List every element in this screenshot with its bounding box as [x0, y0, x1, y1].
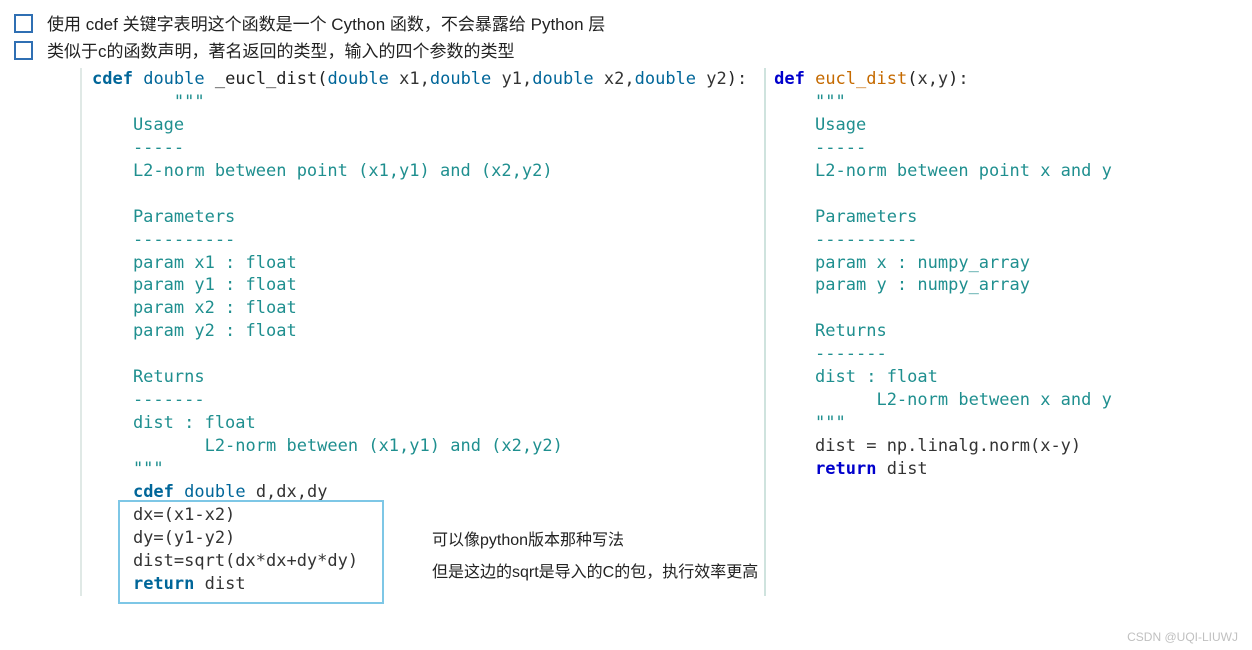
python-code: def eucl_dist(x,y): """ Usage ----- L2-n…	[774, 68, 1238, 481]
doc-l11: param y2 : float	[92, 321, 297, 341]
doc-l9: param y1 : float	[92, 275, 297, 295]
doc-l7: ----------	[92, 230, 235, 250]
doc-l16: L2-norm between (x1,y1) and (x2,y2)	[92, 436, 563, 456]
annotation-1: 可以像python版本那种写法	[432, 526, 624, 550]
doc-l10: param x2 : float	[92, 298, 297, 318]
rdoc-l14: L2-norm between x and y	[774, 390, 1112, 410]
highlight-box	[118, 500, 384, 604]
doc-l4: L2-norm between point (x1,y1) and (x2,y2…	[92, 161, 553, 181]
docstring-open: """	[133, 92, 205, 112]
bullet-2-text: 类似于c的函数声明，著名返回的类型，输入的四个参数的类型	[47, 37, 515, 62]
rdoc-l4: L2-norm between point x and y	[774, 161, 1112, 181]
rdoc-l7: ----------	[774, 230, 917, 250]
rcode-l17: return dist	[774, 459, 928, 479]
rdoc-l12: -------	[774, 344, 887, 364]
doc-l15: dist : float	[92, 413, 256, 433]
bullet-1: 使用 cdef 关键字表明这个函数是一个 Cython 函数，不会暴露给 Pyt…	[14, 10, 1238, 35]
bullet-box-icon	[14, 41, 33, 60]
bullet-1-text: 使用 cdef 关键字表明这个函数是一个 Cython 函数，不会暴露给 Pyt…	[47, 10, 605, 35]
doc-l13: Returns	[92, 367, 205, 387]
doc-l8: param x1 : float	[92, 253, 297, 273]
code-area: cdef double _eucl_dist(double x1,double …	[14, 68, 1238, 596]
rdoc-l1: """	[774, 92, 846, 112]
rdoc-l15: """	[774, 413, 846, 433]
rdoc-l6: Parameters	[774, 207, 917, 227]
watermark: CSDN @UQI-LIUWJ	[1127, 630, 1238, 644]
rcode-l16: dist = np.linalg.norm(x-y)	[774, 436, 1081, 456]
rdoc-l8: param x : numpy_array	[774, 253, 1030, 273]
rdoc-l3: -----	[774, 138, 866, 158]
bullet-2: 类似于c的函数声明，著名返回的类型，输入的四个参数的类型	[14, 37, 1238, 62]
annotation-2: 但是这边的sqrt是导入的C的包，执行效率更高	[432, 558, 758, 582]
rdoc-l11: Returns	[774, 321, 887, 341]
doc-l2: Usage	[92, 115, 184, 135]
docstring-close: """	[92, 459, 164, 479]
doc-l14: -------	[92, 390, 205, 410]
cython-code-block: cdef double _eucl_dist(double x1,double …	[14, 68, 764, 596]
rdoc-l13: dist : float	[774, 367, 938, 387]
doc-l6: Parameters	[92, 207, 235, 227]
bullet-box-icon	[14, 14, 33, 33]
rdoc-l2: Usage	[774, 115, 866, 135]
code-l18: cdef double d,dx,dy	[92, 482, 327, 502]
python-code-block: def eucl_dist(x,y): """ Usage ----- L2-n…	[764, 68, 1238, 596]
doc-l3: -----	[92, 138, 184, 158]
rdoc-l9: param y : numpy_array	[774, 275, 1030, 295]
